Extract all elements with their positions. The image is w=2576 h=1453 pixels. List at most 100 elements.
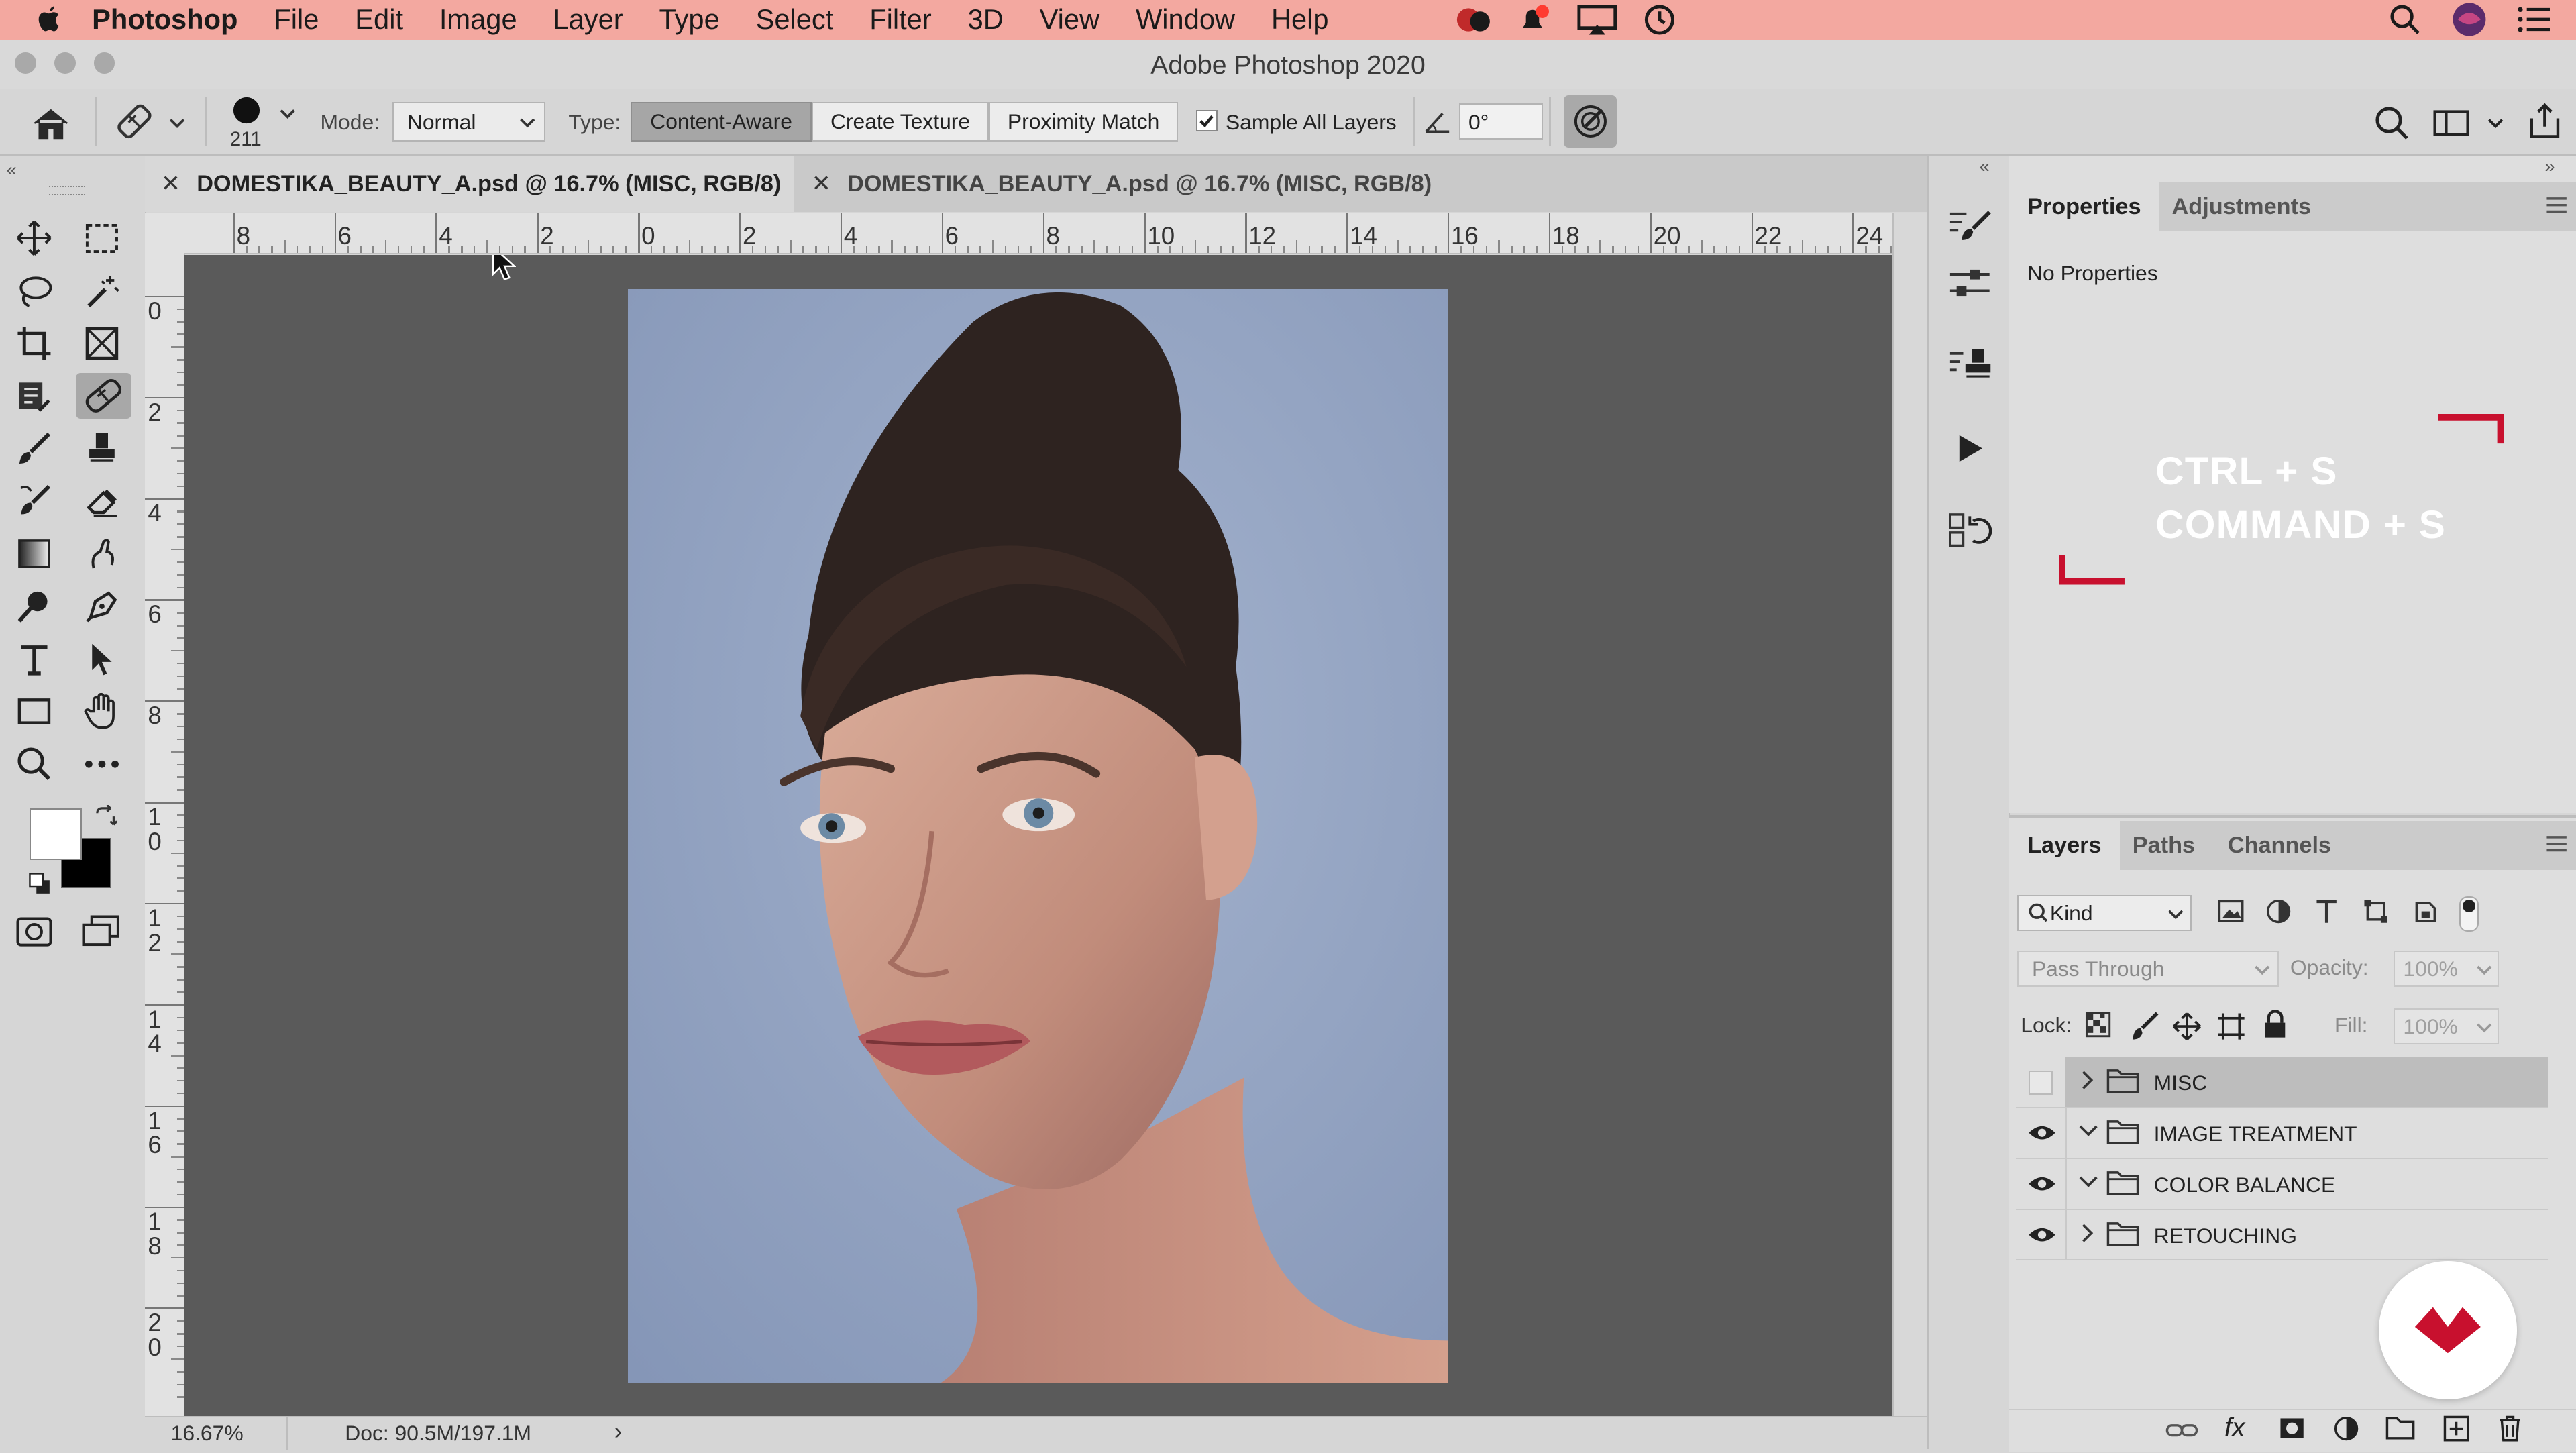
menu-window[interactable]: Window bbox=[1136, 3, 1235, 36]
time-machine-icon[interactable] bbox=[1642, 3, 1678, 36]
marquee-tool[interactable] bbox=[76, 215, 128, 262]
workspace-switcher-icon[interactable] bbox=[2433, 107, 2509, 140]
brush-tool[interactable] bbox=[8, 425, 60, 472]
document-tab-active[interactable]: ✕ DOMESTIKA_BEAUTY_A.psd @ 16.7% (MISC, … bbox=[144, 156, 794, 212]
collapse-panels-icon[interactable]: » bbox=[2544, 156, 2555, 177]
history-icon[interactable] bbox=[1943, 508, 1996, 554]
tab-layers[interactable]: Layers bbox=[2009, 820, 2120, 871]
apple-icon[interactable] bbox=[36, 5, 62, 34]
brush-settings-icon[interactable] bbox=[1943, 202, 1996, 248]
menu-image[interactable]: Image bbox=[439, 3, 517, 36]
menu-file[interactable]: File bbox=[274, 3, 319, 36]
lock-position-icon[interactable] bbox=[2172, 1012, 2202, 1041]
menu-filter[interactable]: Filter bbox=[869, 3, 932, 36]
layer-effects-icon[interactable]: fx bbox=[2224, 1413, 2245, 1443]
clone-source-icon[interactable] bbox=[1943, 341, 1996, 388]
mode-select[interactable]: Normal bbox=[392, 101, 546, 142]
home-icon[interactable] bbox=[30, 105, 72, 142]
layer-mask-icon[interactable] bbox=[2279, 1417, 2305, 1440]
menu-help[interactable]: Help bbox=[1271, 3, 1329, 36]
pen-tool[interactable] bbox=[76, 583, 128, 629]
proximity-match-button[interactable]: Proximity Match bbox=[989, 101, 1178, 142]
lasso-tool[interactable] bbox=[8, 268, 60, 314]
new-group-icon[interactable] bbox=[2385, 1417, 2415, 1440]
move-tool[interactable] bbox=[8, 215, 60, 262]
menu-edit[interactable]: Edit bbox=[355, 3, 403, 36]
create-texture-button[interactable]: Create Texture bbox=[811, 101, 989, 142]
share-icon[interactable] bbox=[2525, 102, 2565, 142]
menu-type[interactable]: Type bbox=[659, 3, 719, 36]
actions-play-icon[interactable] bbox=[1943, 425, 1996, 472]
eye-icon[interactable] bbox=[2027, 1174, 2057, 1193]
menu-app[interactable]: Photoshop bbox=[92, 3, 237, 36]
siri-icon[interactable] bbox=[2451, 1, 2487, 38]
airplay-icon[interactable] bbox=[1576, 3, 1619, 36]
screen-mode-icon[interactable] bbox=[76, 908, 128, 955]
type-tool[interactable] bbox=[8, 636, 60, 682]
chevron-down-icon[interactable] bbox=[2077, 1123, 2100, 1139]
menu-select[interactable]: Select bbox=[756, 3, 834, 36]
magic-wand-tool[interactable] bbox=[76, 268, 128, 314]
angle-input[interactable]: 0° bbox=[1458, 103, 1543, 140]
quick-mask-icon[interactable] bbox=[8, 908, 60, 955]
smart-object-filter-icon[interactable] bbox=[2412, 898, 2438, 924]
type-layer-filter-icon[interactable] bbox=[2315, 898, 2338, 924]
canvas-area[interactable] bbox=[184, 254, 1893, 1417]
spot-healing-tool-preset-icon[interactable] bbox=[115, 103, 187, 140]
content-aware-button[interactable]: Content-Aware bbox=[631, 101, 812, 142]
new-adjustment-layer-icon[interactable] bbox=[2333, 1415, 2359, 1442]
spotlight-search-icon[interactable] bbox=[2389, 3, 2422, 36]
visibility-toggle-empty[interactable] bbox=[2029, 1070, 2053, 1095]
layer-kind-filter[interactable]: Kind bbox=[2017, 894, 2192, 931]
zoom-tool[interactable] bbox=[8, 741, 60, 787]
brush-presets-icon[interactable] bbox=[1943, 260, 1996, 306]
hand-tool[interactable] bbox=[76, 688, 128, 735]
adjustment-layer-filter-icon[interactable] bbox=[2265, 898, 2292, 924]
layer-row-retouching[interactable]: RETOUCHING bbox=[2015, 1210, 2548, 1261]
filter-toggle-switch[interactable] bbox=[2459, 896, 2479, 932]
pixel-layer-filter-icon[interactable] bbox=[2218, 900, 2244, 922]
chevron-right-icon[interactable] bbox=[2078, 1222, 2094, 1244]
vertical-ruler[interactable]: 0 2 4 6 8 1 0 1 2 1 4 1 6 1 8 2 0 bbox=[144, 253, 186, 1417]
search-icon[interactable] bbox=[2374, 105, 2410, 142]
default-colors-icon[interactable] bbox=[28, 872, 51, 895]
tab-paths[interactable]: Paths bbox=[2114, 821, 2213, 870]
close-tab-icon[interactable]: ✕ bbox=[161, 170, 180, 197]
delete-layer-icon[interactable] bbox=[2497, 1415, 2523, 1442]
ruler-origin[interactable] bbox=[144, 213, 184, 254]
blend-mode-select[interactable]: Pass Through bbox=[2017, 951, 2279, 987]
panel-menu-icon[interactable] bbox=[2545, 195, 2568, 215]
new-layer-icon[interactable] bbox=[2443, 1415, 2469, 1442]
crop-tool[interactable] bbox=[8, 321, 60, 367]
eyedropper-tool[interactable] bbox=[8, 373, 60, 419]
notification-center-icon[interactable] bbox=[2517, 5, 2553, 34]
collapse-strip-icon[interactable]: « bbox=[1980, 156, 1990, 177]
zoom-level[interactable]: 16.67% bbox=[171, 1421, 244, 1446]
path-selection-tool[interactable] bbox=[76, 636, 128, 682]
status-menu-arrow-icon[interactable]: › bbox=[614, 1419, 622, 1445]
more-tools-icon[interactable] bbox=[76, 741, 128, 787]
chevron-down-icon[interactable] bbox=[2077, 1174, 2100, 1190]
frame-tool[interactable] bbox=[76, 321, 128, 367]
shape-layer-filter-icon[interactable] bbox=[2363, 898, 2389, 924]
opacity-input[interactable]: 100% bbox=[2394, 951, 2499, 987]
lock-all-icon[interactable] bbox=[2262, 1010, 2288, 1039]
eraser-tool[interactable] bbox=[76, 478, 128, 525]
chevron-right-icon[interactable] bbox=[2078, 1069, 2094, 1091]
tab-adjustments[interactable]: Adjustments bbox=[2154, 182, 2329, 231]
fill-input[interactable]: 100% bbox=[2394, 1008, 2499, 1044]
link-layers-icon[interactable] bbox=[2165, 1419, 2198, 1442]
vertical-scrollbar[interactable] bbox=[1892, 213, 1927, 1417]
layer-row-image-treatment[interactable]: IMAGE TREATMENT bbox=[2015, 1108, 2548, 1159]
dodge-tool[interactable] bbox=[8, 583, 60, 629]
menu-3d[interactable]: 3D bbox=[968, 3, 1004, 36]
creative-cloud-icon[interactable] bbox=[1454, 3, 1493, 36]
brush-preset-picker[interactable]: 211 bbox=[230, 94, 303, 151]
rectangle-tool[interactable] bbox=[8, 688, 60, 735]
notification-icon[interactable] bbox=[1516, 3, 1552, 36]
layer-row-misc[interactable]: MISC bbox=[2015, 1057, 2548, 1108]
spot-healing-brush-tool[interactable] bbox=[75, 372, 131, 419]
close-tab-icon[interactable]: ✕ bbox=[812, 170, 831, 197]
layer-row-color-balance[interactable]: COLOR BALANCE bbox=[2015, 1159, 2548, 1210]
eye-icon[interactable] bbox=[2027, 1123, 2057, 1142]
